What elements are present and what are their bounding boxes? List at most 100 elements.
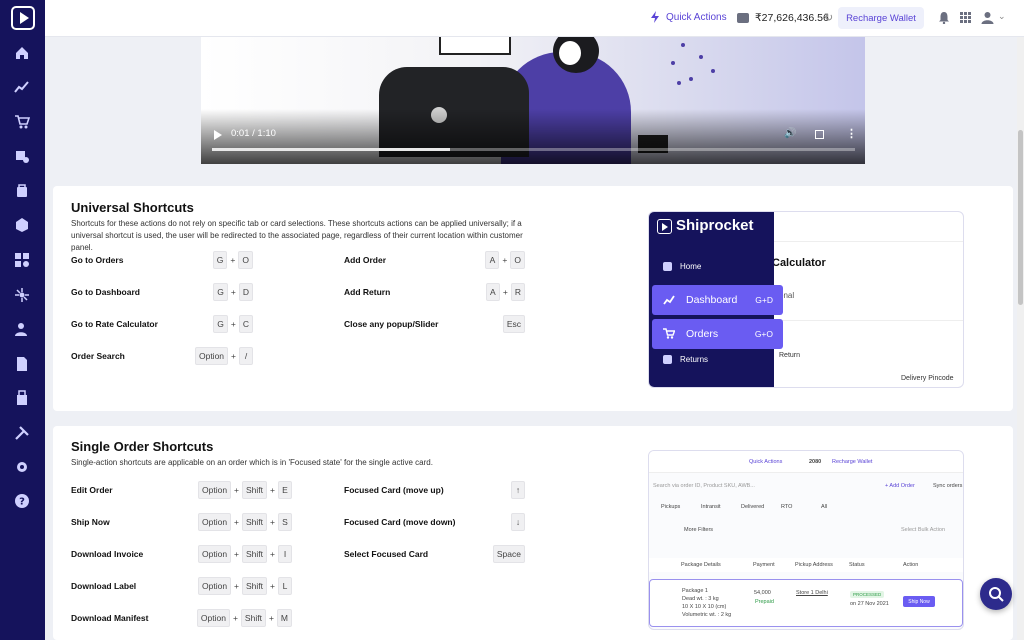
gear-icon[interactable] [14,459,30,475]
returns-icon[interactable] [14,148,30,164]
chart-icon [663,295,675,305]
video-illustration [677,81,681,85]
shortcut-label: Select Focused Card [344,549,429,559]
user-avatar-icon[interactable] [981,11,994,24]
shortcut-keys: Option + Shift + S [198,513,292,531]
preview-sync-orders: Sync orders [933,483,963,489]
preview-header [774,212,963,242]
key-plus: + [270,485,275,495]
preview-search: Search via order ID, Product SKU, AWB... [653,483,755,489]
preview-add-order: + Add Order [885,483,915,489]
keyboard-key: Option [198,545,232,563]
wallet-icon [737,13,749,23]
keyboard-key: L [278,577,292,595]
preview-nav-label: Returns [680,355,709,364]
preview-nav-returns: Returns [663,355,708,364]
keyboard-key: ↓ [511,513,525,531]
preview-tab: Intransit [701,504,721,510]
quick-actions-label: Quick Actions [666,11,727,23]
keyboard-key: Shift [242,545,268,563]
cart-icon [663,328,675,339]
home-icon[interactable] [14,45,30,61]
key-plus: + [230,287,236,297]
bell-icon[interactable] [938,11,950,24]
volume-icon[interactable]: 🔊 [784,128,796,139]
video-time: 0:01 / 1:10 [231,128,276,139]
page-scrollbar[interactable] [1017,37,1024,640]
more-options-icon[interactable]: ⋮ [846,127,857,140]
chart-icon[interactable] [14,79,30,95]
keyboard-key: / [239,347,253,365]
bag-icon[interactable] [14,182,30,198]
shortcut-keys: G + D [213,283,253,301]
apps-icon[interactable] [14,252,30,268]
video-illustration [439,37,511,55]
keyboard-key: Shift [242,513,268,531]
scrollbar-thumb[interactable] [1018,130,1023,305]
preview-recharge: Recharge Wallet [832,459,873,465]
apps-grid-icon[interactable] [960,12,971,23]
returns-icon [663,355,672,364]
tools-icon[interactable] [14,425,30,441]
keyboard-key: C [238,315,253,333]
shortcut-label: Add Return [344,287,391,297]
shortcut-label: Go to Dashboard [71,287,140,297]
preview-dimensions: 10 X 10 X 10 (cm) [682,604,727,610]
key-plus: + [234,581,240,591]
fullscreen-icon[interactable] [815,130,824,139]
keyboard-key: ↑ [511,481,525,499]
keyboard-key: G [213,315,228,333]
key-plus: + [230,319,236,329]
key-plus: + [232,613,238,623]
shortcut-keys: ↑ [511,481,525,499]
search-fab-button[interactable] [980,578,1012,610]
help-icon[interactable]: ? [14,493,30,509]
shiprocket-logo-icon[interactable] [11,6,35,30]
shortcut-keys: A + R [485,283,525,301]
keyboard-key: Shift [242,481,268,499]
universal-shortcuts-description: Shortcuts for these actions do not rely … [71,219,523,252]
package-icon[interactable] [14,217,30,233]
document-icon[interactable] [14,356,30,372]
preview-dashboard-shortcut: G+D [755,295,773,305]
preview-rate-calculator: Calculator [772,257,826,269]
keyboard-key: Shift [240,609,266,627]
video-progress-fill [212,148,450,151]
user-settings-icon[interactable] [14,321,30,337]
preview-orders-shortcut: G+O [754,329,773,339]
shortcut-keys: Space [492,545,525,563]
shortcut-label: Focused Card (move down) [344,517,456,527]
shortcut-keys: G + O [212,251,253,269]
preview-column-header: Status [849,562,865,568]
shortcut-label: Go to Rate Calculator [71,319,158,329]
chevron-down-icon[interactable]: ⌄ [998,11,1006,22]
cart-icon[interactable] [14,114,30,130]
keyboard-key: Option [194,347,229,365]
shop-icon[interactable] [14,390,30,406]
preview-pickup: Store 1 Delhi [796,590,828,596]
preview-column-header: Package Details [681,562,721,568]
quick-actions-button[interactable]: Quick Actions [650,11,727,23]
keyboard-key: Shift [242,577,268,595]
preview-brand: Shiprocket [676,217,754,234]
video-illustration [689,77,693,81]
preview-nav-dashboard-highlight: Dashboard G+D [652,285,783,315]
preview-nav-home: Home [663,262,701,271]
shortcut-keys: ↓ [511,513,525,531]
key-plus: + [234,485,240,495]
shortcut-keys: Option + Shift + L [198,577,292,595]
shortcut-label: Edit Order [71,485,113,495]
shortcut-keys: Option + Shift + E [198,481,292,499]
recharge-wallet-button[interactable]: Recharge Wallet [838,7,924,29]
preview-column-header: Pickup Address [795,562,833,568]
tutorial-video[interactable]: 0:01 / 1:10 🔊 ⋮ [201,37,865,164]
play-icon[interactable] [214,130,222,140]
network-icon[interactable] [14,287,30,303]
svg-text:?: ? [19,497,25,508]
refresh-icon[interactable]: ↻ [824,11,833,24]
preview-top-bar: Quick Actions 2080 Recharge Wallet [649,451,963,473]
key-plus: + [268,613,274,623]
key-plus: + [270,581,275,591]
video-illustration [711,69,715,73]
preview-tab: Pickups [661,504,681,510]
